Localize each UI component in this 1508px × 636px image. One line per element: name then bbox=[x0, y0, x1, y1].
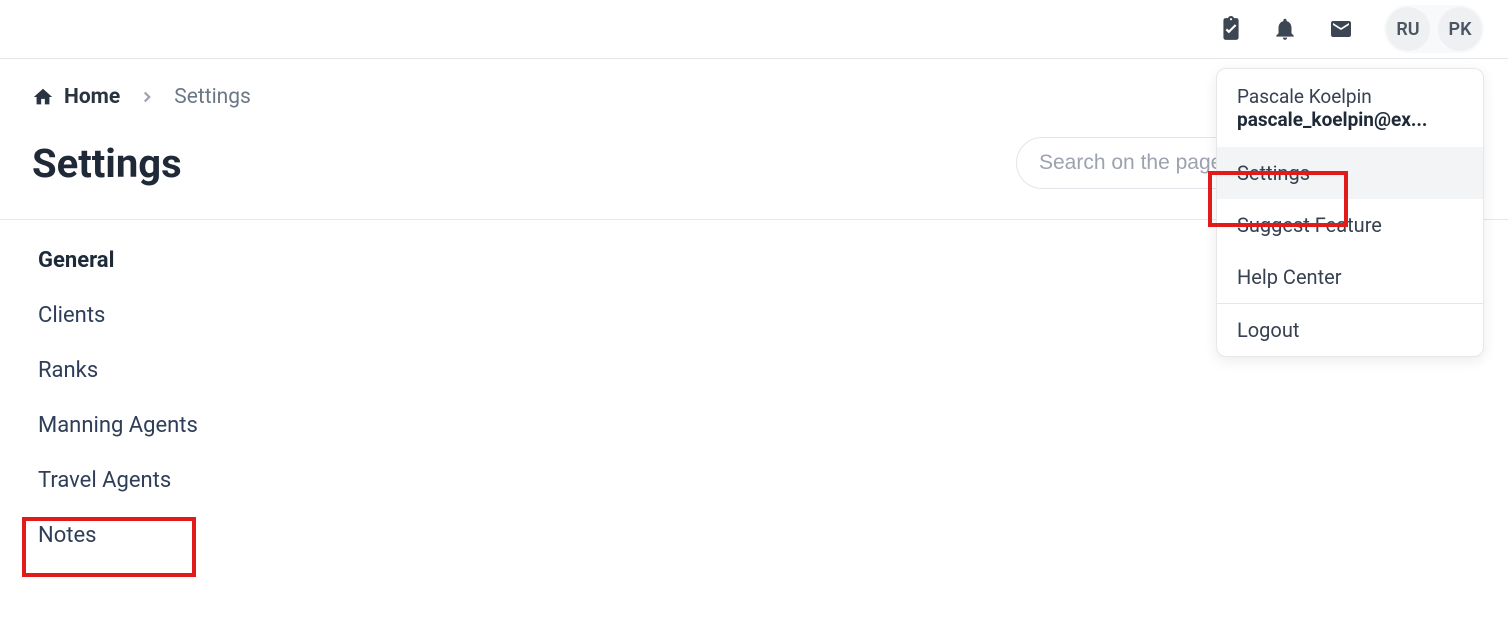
chevron-right-icon bbox=[138, 88, 156, 106]
nav-item-notes[interactable]: Notes bbox=[38, 523, 1470, 548]
breadcrumb-current: Settings bbox=[174, 85, 251, 109]
page-title: Settings bbox=[32, 140, 182, 187]
bell-icon[interactable] bbox=[1272, 16, 1298, 42]
mail-icon[interactable] bbox=[1326, 17, 1356, 41]
clipboard-icon[interactable] bbox=[1218, 16, 1244, 42]
dropdown-item-suggest[interactable]: Suggest Feature bbox=[1217, 199, 1483, 251]
home-icon bbox=[32, 86, 54, 108]
breadcrumb-home-label: Home bbox=[64, 85, 120, 109]
dropdown-item-settings[interactable]: Settings bbox=[1217, 147, 1483, 199]
nav-item-manning-agents[interactable]: Manning Agents bbox=[38, 413, 1470, 438]
avatar[interactable]: PK bbox=[1438, 7, 1482, 51]
language-badge[interactable]: RU bbox=[1386, 7, 1430, 51]
dropdown-item-help[interactable]: Help Center bbox=[1217, 251, 1483, 303]
user-dropdown: Pascale Koelpin pascale_koelpin@ex... Se… bbox=[1216, 68, 1484, 357]
dropdown-user-name: Pascale Koelpin bbox=[1237, 85, 1463, 108]
nav-item-ranks[interactable]: Ranks bbox=[38, 358, 1470, 383]
topbar: RU PK bbox=[0, 0, 1508, 58]
dropdown-user-email: pascale_koelpin@ex... bbox=[1237, 108, 1463, 131]
breadcrumb-home[interactable]: Home bbox=[32, 85, 120, 109]
dropdown-item-logout[interactable]: Logout bbox=[1217, 304, 1483, 356]
dropdown-header: Pascale Koelpin pascale_koelpin@ex... bbox=[1217, 69, 1483, 147]
nav-item-travel-agents[interactable]: Travel Agents bbox=[38, 468, 1470, 493]
lang-avatar-group: RU PK bbox=[1384, 5, 1484, 53]
